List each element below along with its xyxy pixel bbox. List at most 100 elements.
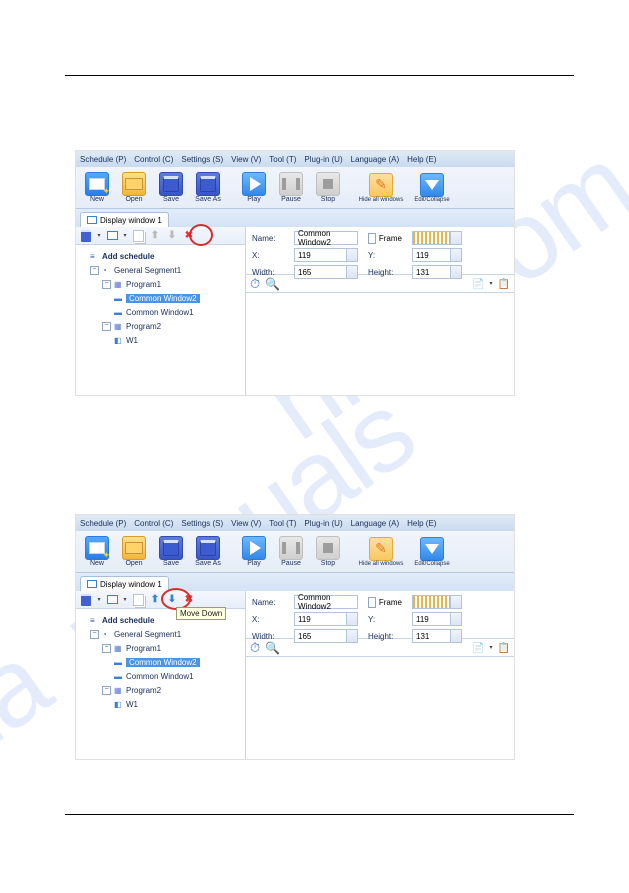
move-down-button[interactable] bbox=[165, 593, 179, 607]
doc-icon[interactable] bbox=[472, 278, 484, 290]
tree-program2[interactable]: −Program2 bbox=[80, 319, 241, 333]
collapse-button[interactable]: Edit/Collapse bbox=[408, 168, 456, 208]
menu-schedule[interactable]: Schedule (P) bbox=[80, 155, 126, 164]
name-field[interactable]: Common Window2 bbox=[294, 595, 358, 609]
mini-copy-button[interactable] bbox=[131, 229, 145, 243]
expand-icon[interactable]: − bbox=[102, 280, 111, 289]
frame-style-dropdown[interactable] bbox=[412, 595, 462, 609]
mini-window-button[interactable] bbox=[105, 229, 119, 243]
tree-common-window1[interactable]: Common Window1 bbox=[80, 305, 241, 319]
save-button[interactable]: Save bbox=[154, 532, 188, 572]
mini-copy-button[interactable] bbox=[131, 593, 145, 607]
menu-settings[interactable]: Settings (S) bbox=[181, 519, 223, 528]
menu-settings[interactable]: Settings (S) bbox=[181, 155, 223, 164]
menu-schedule[interactable]: Schedule (P) bbox=[80, 519, 126, 528]
move-down-button[interactable] bbox=[165, 229, 179, 243]
caret-icon[interactable]: ▾ bbox=[490, 644, 493, 651]
menu-view[interactable]: View (V) bbox=[231, 155, 261, 164]
stop-button[interactable]: Stop bbox=[311, 168, 345, 208]
frame-checkbox[interactable]: Frame bbox=[368, 597, 402, 608]
mini-window-dropdown[interactable] bbox=[122, 229, 128, 243]
pause-button[interactable]: Pause bbox=[274, 168, 308, 208]
tree-w1[interactable]: W1 bbox=[80, 333, 241, 347]
menu-language[interactable]: Language (A) bbox=[351, 519, 399, 528]
open-button[interactable]: Open bbox=[117, 168, 151, 208]
mini-window-button[interactable] bbox=[105, 593, 119, 607]
expand-icon[interactable]: − bbox=[102, 686, 111, 695]
x-label: X: bbox=[252, 615, 284, 624]
saveas-icon bbox=[196, 172, 220, 196]
mini-save-dropdown[interactable] bbox=[96, 229, 102, 243]
frame-checkbox[interactable]: Frame bbox=[368, 233, 402, 244]
play-button[interactable]: Play bbox=[237, 168, 271, 208]
mini-save-button[interactable] bbox=[79, 593, 93, 607]
tree-program1[interactable]: −Program1 bbox=[80, 641, 241, 655]
open-button[interactable]: Open bbox=[117, 532, 151, 572]
frame-style-dropdown[interactable] bbox=[412, 231, 462, 245]
name-field[interactable]: Common Window2 bbox=[294, 231, 358, 245]
menu-plugin[interactable]: Plug-in (U) bbox=[304, 155, 342, 164]
clock-icon[interactable]: ⏱ bbox=[250, 276, 260, 292]
hide-windows-button[interactable]: Hide all windows bbox=[357, 532, 405, 572]
tab-display-window-1[interactable]: Display window 1 bbox=[80, 576, 169, 591]
mini-save-button[interactable] bbox=[79, 229, 93, 243]
hide-windows-button[interactable]: Hide all windows bbox=[357, 168, 405, 208]
doc-icon[interactable] bbox=[472, 642, 484, 654]
saveas-button[interactable]: Save As bbox=[191, 168, 225, 208]
x-field[interactable]: 119 bbox=[294, 612, 358, 626]
expand-icon[interactable]: − bbox=[102, 644, 111, 653]
save-button[interactable]: Save bbox=[154, 168, 188, 208]
height-field[interactable]: 131 bbox=[412, 265, 462, 279]
menu-view[interactable]: View (V) bbox=[231, 519, 261, 528]
tree-common-window2[interactable]: Common Window2 bbox=[80, 655, 241, 669]
menu-control[interactable]: Control (C) bbox=[134, 155, 173, 164]
saveas-button[interactable]: Save As bbox=[191, 532, 225, 572]
tree-segment[interactable]: −General Segment1 bbox=[80, 263, 241, 277]
tree-w1[interactable]: W1 bbox=[80, 697, 241, 711]
copy-icon[interactable] bbox=[498, 642, 510, 654]
y-field[interactable]: 119 bbox=[412, 248, 462, 262]
height-field[interactable]: 131 bbox=[412, 629, 462, 643]
delete-button[interactable] bbox=[182, 229, 196, 243]
expand-icon[interactable]: − bbox=[90, 630, 99, 639]
menu-tool[interactable]: Tool (T) bbox=[269, 155, 296, 164]
tree-common-window2[interactable]: Common Window2 bbox=[80, 291, 241, 305]
new-button[interactable]: New bbox=[80, 532, 114, 572]
stop-button[interactable]: Stop bbox=[311, 532, 345, 572]
menu-help[interactable]: Help (E) bbox=[407, 155, 436, 164]
tree-program2[interactable]: −Program2 bbox=[80, 683, 241, 697]
tree-root[interactable]: Add schedule bbox=[80, 249, 241, 263]
search-icon[interactable]: 🔍 bbox=[265, 641, 280, 655]
move-up-button[interactable] bbox=[148, 229, 162, 243]
delete-button[interactable] bbox=[182, 593, 196, 607]
caret-icon[interactable]: ▾ bbox=[490, 280, 493, 287]
tab-display-window-1[interactable]: Display window 1 bbox=[80, 212, 169, 227]
expand-icon[interactable]: − bbox=[90, 266, 99, 275]
menu-control[interactable]: Control (C) bbox=[134, 519, 173, 528]
mini-window-dropdown[interactable] bbox=[122, 593, 128, 607]
tree-segment[interactable]: −General Segment1 bbox=[80, 627, 241, 641]
tree-program1[interactable]: −Program1 bbox=[80, 277, 241, 291]
x-field[interactable]: 119 bbox=[294, 248, 358, 262]
move-up-button[interactable] bbox=[148, 593, 162, 607]
menu-language[interactable]: Language (A) bbox=[351, 155, 399, 164]
menu-plugin[interactable]: Plug-in (U) bbox=[304, 519, 342, 528]
y-field[interactable]: 119 bbox=[412, 612, 462, 626]
clock-icon[interactable]: ⏱ bbox=[250, 640, 260, 656]
mini-save-dropdown[interactable] bbox=[96, 593, 102, 607]
tree-common-window1[interactable]: Common Window1 bbox=[80, 669, 241, 683]
width-field[interactable]: 165 bbox=[294, 265, 358, 279]
pause-button[interactable]: Pause bbox=[274, 532, 308, 572]
menu-tool[interactable]: Tool (T) bbox=[269, 519, 296, 528]
search-icon[interactable]: 🔍 bbox=[265, 277, 280, 291]
new-button[interactable]: New bbox=[80, 168, 114, 208]
width-field[interactable]: 165 bbox=[294, 629, 358, 643]
copy-icon[interactable] bbox=[498, 278, 510, 290]
schedule-tree[interactable]: Add schedule −General Segment1 −Program1… bbox=[76, 609, 245, 759]
collapse-icon bbox=[420, 537, 444, 561]
play-button[interactable]: Play bbox=[237, 532, 271, 572]
expand-icon[interactable]: − bbox=[102, 322, 111, 331]
menu-help[interactable]: Help (E) bbox=[407, 519, 436, 528]
schedule-tree[interactable]: Add schedule −General Segment1 −Program1… bbox=[76, 245, 245, 395]
collapse-button[interactable]: Edit/Collapse bbox=[408, 532, 456, 572]
